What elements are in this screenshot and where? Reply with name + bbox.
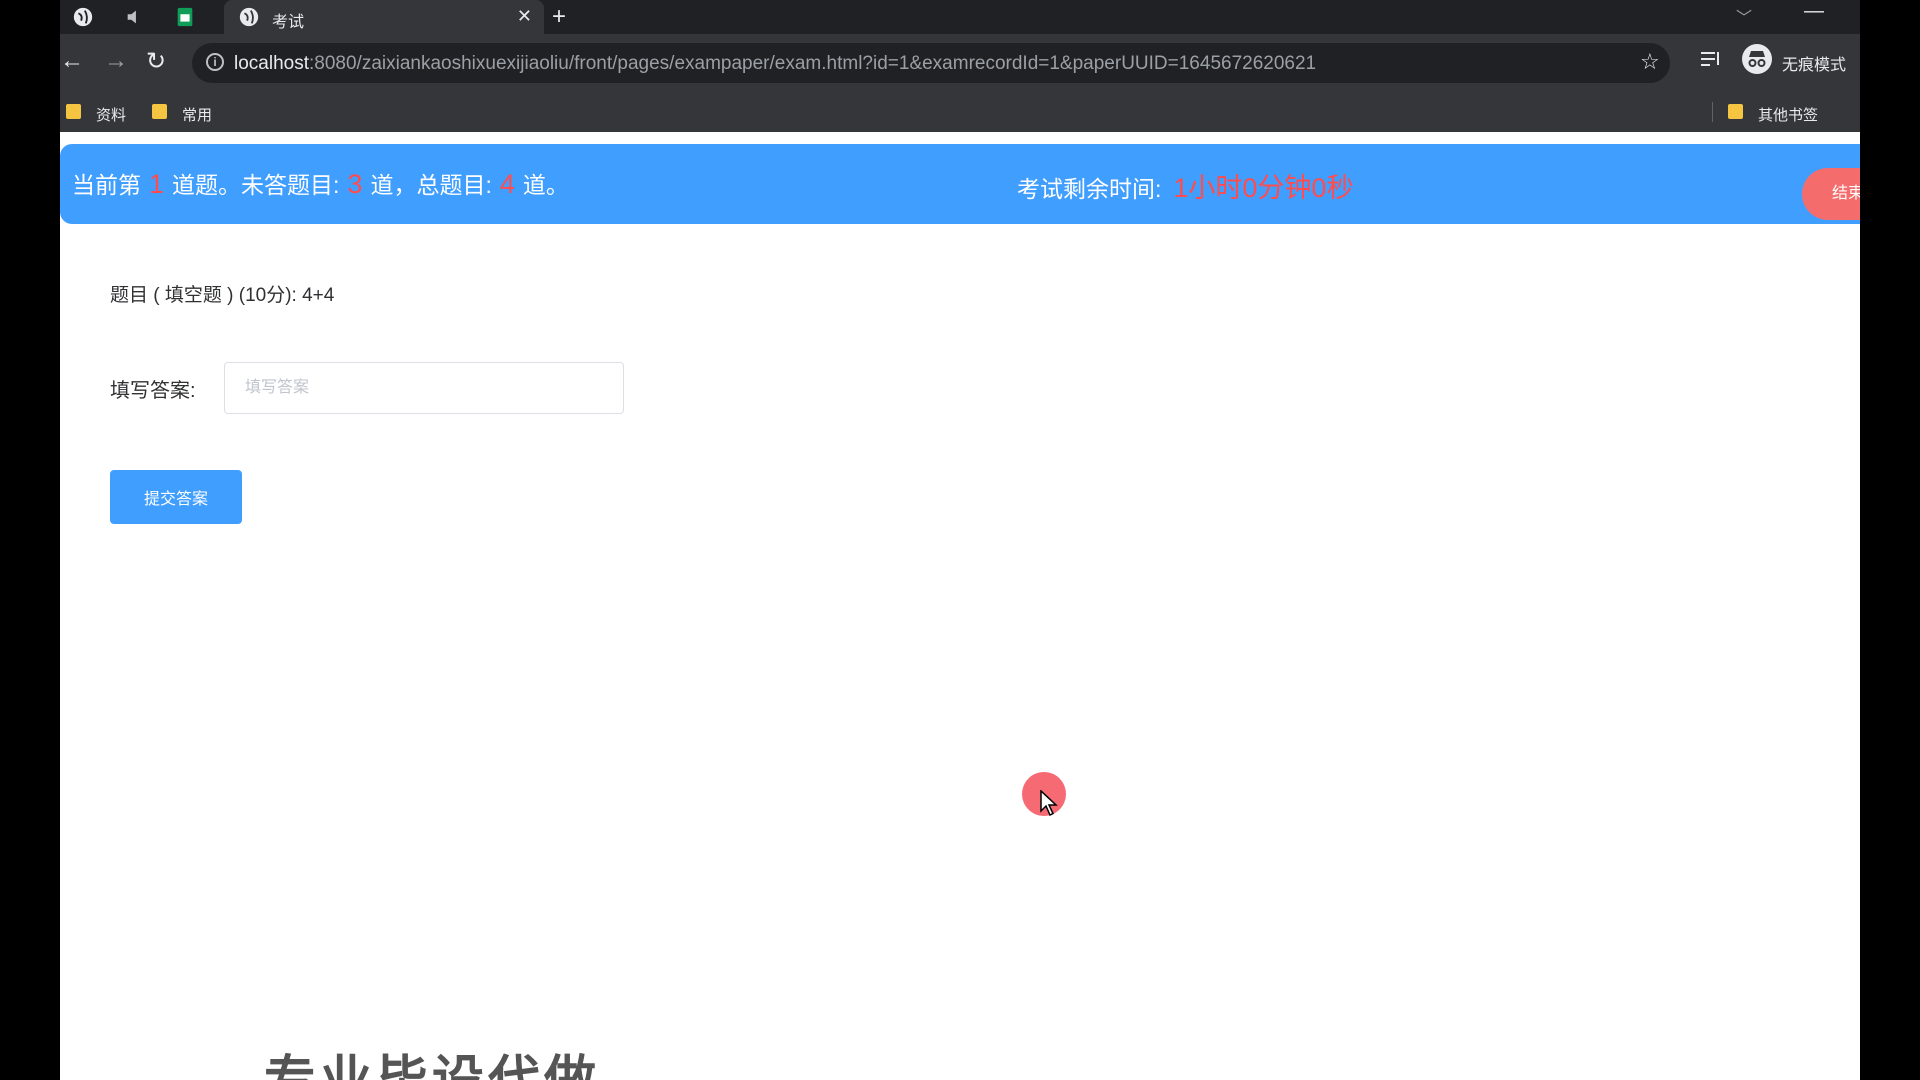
answer-label: 填写答案: [110, 380, 196, 402]
question-progress: 当前第 1 道题。未答题目: 3 道，总题目: 4 道。 [72, 169, 569, 199]
active-tab[interactable]: 考试 ✕ [224, 0, 544, 34]
incognito-label: 无痕模式 [1782, 57, 1847, 74]
watermark-text: 专业毕设代做 [264, 1038, 600, 1080]
submit-answer-button[interactable]: 提交答案 [110, 470, 242, 524]
globe-icon [239, 7, 259, 27]
remaining-time: 考试剩余时间: 1小时0分钟0秒 [1017, 166, 1353, 205]
unanswered-count: 3 [347, 169, 363, 199]
sheets-icon[interactable] [174, 6, 196, 28]
folder-icon [152, 104, 167, 119]
close-icon[interactable]: ✕ [517, 6, 532, 27]
total-count: 4 [499, 169, 515, 199]
chevron-down-icon[interactable]: ﹀ [1736, 4, 1752, 28]
browser-toolbar: ← → ↻ i localhost:8080/zaixiankaoshixuex… [60, 34, 1860, 92]
forward-arrow-icon[interactable]: → [104, 47, 128, 75]
current-question-number: 1 [149, 169, 165, 199]
star-icon[interactable]: ☆ [1640, 49, 1660, 75]
info-icon[interactable]: i [206, 53, 224, 71]
timer-value: 1小时0分钟0秒 [1173, 173, 1354, 203]
folder-icon [1728, 104, 1743, 119]
end-exam-button[interactable]: 结束 [1802, 168, 1860, 220]
question-text: 题目 ( 填空题 ) (10分): 4+4 [110, 285, 335, 306]
reload-icon[interactable]: ↻ [146, 47, 166, 76]
bookmark-item[interactable]: 资料 [96, 104, 126, 125]
plus-icon[interactable]: + [552, 3, 566, 31]
tab-strip: 考试 ✕ + ﹀ — [60, 0, 1860, 34]
timer-label: 考试剩余时间: [1017, 176, 1162, 202]
reading-list-icon[interactable] [1700, 50, 1722, 70]
divider [1712, 102, 1713, 122]
answer-input[interactable] [224, 362, 624, 414]
address-bar[interactable]: i localhost:8080/zaixiankaoshixuexijiaol… [192, 43, 1670, 83]
bookmarks-bar: 资料 常用 其他书签 [60, 92, 1860, 132]
exam-page: 当前第 1 道题。未答题目: 3 道，总题目: 4 道。 考试剩余时间: 1小时0分钟0秒 结… [60, 132, 1860, 1080]
folder-icon [66, 104, 81, 119]
exam-status-banner: 当前第 1 道题。未答题目: 3 道，总题目: 4 道。 考试剩余时间: 1小时0分钟0秒 结… [60, 144, 1860, 224]
incognito-icon[interactable] [1742, 44, 1772, 74]
globe-icon[interactable] [72, 6, 94, 28]
bookmark-item[interactable]: 常用 [182, 104, 212, 125]
minimize-icon[interactable]: — [1804, 0, 1824, 23]
url-text[interactable]: localhost:8080/zaixiankaoshixuexijiaoliu… [234, 53, 1316, 75]
other-bookmarks[interactable]: 其他书签 [1758, 104, 1818, 125]
mouse-cursor-icon [1040, 790, 1058, 816]
mute-icon[interactable] [124, 6, 146, 28]
back-arrow-icon[interactable]: ← [60, 47, 84, 75]
tab-title: 考试 [272, 14, 305, 31]
